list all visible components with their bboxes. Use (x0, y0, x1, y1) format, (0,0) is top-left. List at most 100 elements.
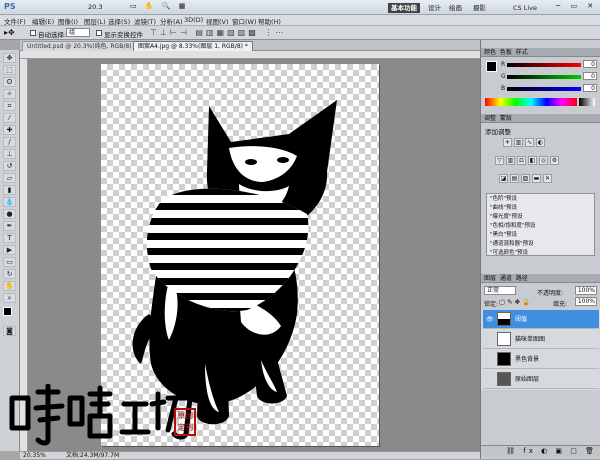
value-g[interactable]: 0 (583, 72, 597, 80)
auto-select-checkbox[interactable] (30, 30, 36, 36)
threshold-icon[interactable]: ▧ (521, 174, 530, 183)
tab-color[interactable]: 颜色 (484, 49, 496, 56)
tab-layers[interactable]: 图层 (484, 275, 496, 282)
tab-untitled[interactable]: Untitled.psd @ 20.3%(纯色, RGB/8) * (22, 41, 142, 51)
auto-select-dropdown[interactable]: 组 (66, 28, 90, 37)
color-balance-icon[interactable]: ⚖ (517, 156, 526, 165)
gradient-icon[interactable]: ▮ (3, 185, 16, 195)
slider-g[interactable] (507, 75, 581, 79)
grayscale-bar[interactable] (579, 98, 595, 106)
tab-channels[interactable]: 通道 (500, 275, 512, 282)
crop-icon[interactable]: ⌗ (3, 101, 16, 111)
zoom-icon[interactable]: ⌕ (3, 293, 16, 303)
menu-layer[interactable]: 图层(L) (84, 16, 106, 26)
preset-item[interactable]: "色相/饱和度"预设 (488, 222, 594, 230)
preset-item[interactable]: "可选颜色"预设 (488, 249, 594, 257)
blur-icon[interactable]: 💧 (3, 197, 16, 207)
tab-pattern-a4[interactable]: 图案A4.jpg @ 8.33%(图层 1, RGB/8) * (133, 41, 253, 51)
eyedropper-icon[interactable]: ⁄ (3, 113, 16, 123)
cs-live-button[interactable]: CS Live (510, 3, 540, 13)
layer-name[interactable]: 猫咪单图图 (515, 330, 545, 349)
levels-icon[interactable]: ▥ (514, 138, 523, 147)
vibrance-icon[interactable]: ▽ (495, 156, 504, 165)
value-r[interactable]: 0 (583, 60, 597, 68)
align-icons[interactable]: ⊤⊥⊢⊣ ▤▥▦▧▨▩ ⋮⋯ (150, 28, 286, 37)
menu-view[interactable]: 视图(V) (206, 16, 229, 26)
slider-b[interactable] (507, 87, 581, 91)
foreground-color-swatch[interactable] (3, 307, 12, 316)
preset-item[interactable]: "色阶"预设 (488, 195, 594, 203)
slider-r[interactable] (507, 63, 581, 67)
hue-sat-icon[interactable]: ▥ (506, 156, 515, 165)
photo-filter-icon[interactable]: ◎ (539, 156, 548, 165)
layers-footer-buttons[interactable]: ⛓ fx ◐ ▣ ▢ 🗑 (481, 445, 600, 457)
tab-paths[interactable]: 路径 (516, 275, 528, 282)
layer-row-black-bg[interactable]: 黑色背景 (483, 350, 599, 369)
channel-mixer-icon[interactable]: ⚙ (550, 156, 559, 165)
workspace-photo[interactable]: 摄影 (470, 3, 489, 13)
visibility-eye-icon[interactable]: 👁 (486, 310, 494, 329)
healing-icon[interactable]: ✚ (3, 125, 16, 135)
panel-foreground-swatch[interactable] (486, 61, 497, 72)
black-white-icon[interactable]: ◧ (528, 156, 537, 165)
layer-name[interactable]: 黑色背景 (515, 350, 539, 369)
layer-row-threshold[interactable]: 👁 阈值 (483, 310, 599, 329)
layer-row-original[interactable]: 原始图层 (483, 370, 599, 389)
fill-field[interactable]: 100% (575, 297, 597, 306)
menu-select[interactable]: 选择(S) (108, 16, 130, 26)
history-brush-icon[interactable]: ↺ (3, 161, 16, 171)
type-icon[interactable]: T (3, 233, 16, 243)
tab-swatches[interactable]: 色板 (500, 49, 512, 56)
lasso-icon[interactable]: ʘ (3, 77, 16, 87)
value-b[interactable]: 0 (583, 84, 597, 92)
menu-window[interactable]: 窗口(W) (232, 16, 257, 26)
layer-name[interactable]: 原始图层 (515, 370, 539, 389)
tab-adjustments[interactable]: 调整 (484, 115, 496, 122)
show-transform-checkbox[interactable] (96, 30, 102, 36)
hand-icon[interactable]: ✋ (3, 281, 16, 291)
layer-row-cat[interactable]: 猫咪单图图 (483, 330, 599, 349)
shape-icon[interactable]: ▭ (3, 257, 16, 267)
tab-masks[interactable]: 蒙版 (500, 115, 512, 122)
menu-help[interactable]: 帮助(H) (258, 16, 281, 26)
menu-image[interactable]: 图像(I) (58, 16, 78, 26)
exposure-icon[interactable]: ◐ (536, 138, 545, 147)
move-tool-preset-icon[interactable]: ▸✥ (4, 28, 15, 37)
move-tool-icon[interactable]: ✥ (3, 53, 16, 63)
menu-3d[interactable]: 3D(D) (184, 16, 203, 24)
tab-styles[interactable]: 样式 (516, 49, 528, 56)
preset-item[interactable]: "曝光度"预设 (488, 213, 594, 221)
gradient-map-icon[interactable]: ▬ (532, 174, 541, 183)
title-bar-tools[interactable]: ▭ ✋ 🔍 ▦ (130, 2, 188, 10)
blend-mode-select[interactable]: 正常 (484, 286, 516, 295)
zoom-level[interactable]: 20.3 (88, 3, 102, 11)
selective-color-icon[interactable]: ✕ (543, 174, 552, 183)
quick-mask-icon[interactable]: ◙ (3, 326, 16, 336)
path-select-icon[interactable]: ▶ (3, 245, 16, 255)
stamp-icon[interactable]: ⊥ (3, 149, 16, 159)
preset-item[interactable]: "黑白"预设 (488, 231, 594, 239)
preset-item[interactable]: "通道混和器"预设 (488, 240, 594, 248)
lock-icons[interactable]: ▢✎✥🔒 (499, 298, 532, 306)
layer-name[interactable]: 阈值 (515, 310, 527, 329)
preset-item[interactable]: "曲线"预设 (488, 204, 594, 212)
menu-file[interactable]: 文件(F) (4, 16, 26, 26)
magic-wand-icon[interactable]: ✧ (3, 89, 16, 99)
3d-rotate-icon[interactable]: ↻ (3, 269, 16, 279)
opacity-field[interactable]: 100% (575, 286, 597, 295)
dodge-icon[interactable]: ● (3, 209, 16, 219)
marquee-icon[interactable]: ⬚ (3, 65, 16, 75)
window-controls[interactable]: ─ ▭ ✕ (556, 2, 597, 10)
invert-icon[interactable]: ◪ (499, 174, 508, 183)
posterize-icon[interactable]: ▤ (510, 174, 519, 183)
eraser-icon[interactable]: ▱ (3, 173, 16, 183)
pen-icon[interactable]: ✒ (3, 221, 16, 231)
menu-filter[interactable]: 滤镜(T) (134, 16, 156, 26)
curves-icon[interactable]: ∿ (525, 138, 534, 147)
workspace-basic[interactable]: 基本功能 (388, 3, 420, 13)
workspace-design[interactable]: 设计 (425, 3, 444, 13)
brightness-icon[interactable]: ☀ (503, 138, 512, 147)
color-spectrum-bar[interactable] (485, 98, 577, 106)
workspace-paint[interactable]: 绘画 (446, 3, 465, 13)
menu-analysis[interactable]: 分析(A) (160, 16, 183, 26)
